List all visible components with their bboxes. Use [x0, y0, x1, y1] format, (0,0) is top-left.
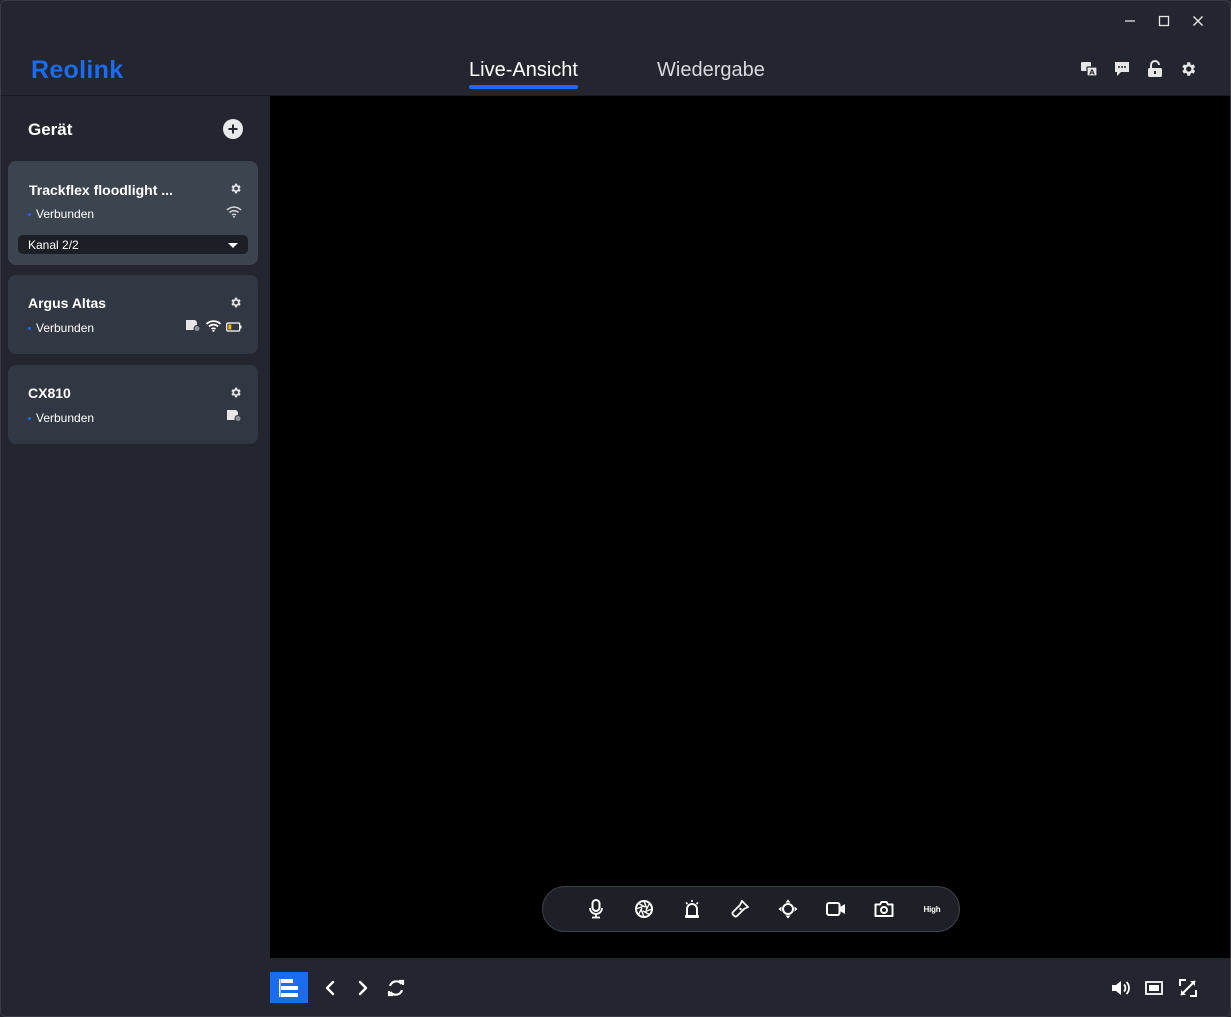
- device-settings-icon[interactable]: [228, 385, 242, 399]
- refresh-icon[interactable]: [386, 978, 406, 998]
- siren-icon[interactable]: [668, 897, 716, 921]
- storage-icon: [226, 409, 242, 427]
- ptz-icon[interactable]: [764, 897, 812, 921]
- flashlight-icon[interactable]: [716, 897, 764, 921]
- wifi-icon: [205, 319, 222, 337]
- app-window: Reolink Live-Ansicht Wiedergabe A Gerät …: [0, 0, 1231, 1017]
- settings-icon[interactable]: [1179, 60, 1197, 78]
- live-video-view[interactable]: [270, 96, 1230, 958]
- live-toolbar: High: [542, 886, 960, 932]
- device-status-icons: [226, 409, 242, 427]
- active-tab-indicator: [469, 85, 578, 89]
- status-dot: [28, 212, 31, 216]
- sidebar-title: Gerät: [28, 120, 73, 139]
- minimize-icon[interactable]: [1120, 11, 1140, 31]
- device-status-icons: [226, 205, 242, 223]
- svg-text:A: A: [1089, 69, 1095, 77]
- device-status-label: Verbunden: [36, 207, 95, 221]
- snapshot-icon[interactable]: [860, 897, 908, 921]
- plus-icon: [228, 124, 238, 134]
- channel-select[interactable]: Kanal 2/2: [18, 235, 248, 254]
- stream-quality-label: High: [923, 904, 941, 914]
- device-status-icons: [185, 319, 242, 337]
- record-icon[interactable]: [812, 897, 860, 921]
- unlock-icon[interactable]: [1146, 60, 1164, 78]
- language-icon[interactable]: A: [1080, 60, 1098, 78]
- device-card-cx810[interactable]: CX810 Verbunden: [8, 365, 258, 444]
- tab-live-view[interactable]: Live-Ansicht: [469, 59, 578, 89]
- stream-quality-button[interactable]: High: [908, 897, 956, 921]
- device-name: Argus Altas: [28, 295, 107, 311]
- volume-icon[interactable]: [1111, 978, 1131, 998]
- microphone-icon[interactable]: [572, 897, 620, 921]
- battery-icon: [226, 319, 242, 337]
- chevron-down-icon: [228, 238, 238, 252]
- main-nav: Live-Ansicht Wiedergabe: [1, 59, 1230, 91]
- channel-select-value: Kanal 2/2: [28, 237, 79, 252]
- device-name: Trackflex floodlight ...: [29, 182, 173, 198]
- status-dot: [28, 416, 31, 420]
- bottom-bar: [270, 958, 1230, 1016]
- device-card-argus-altas[interactable]: Argus Altas Verbunden: [8, 275, 258, 354]
- message-icon[interactable]: [1113, 60, 1131, 78]
- device-status-label: Verbunden: [36, 411, 95, 425]
- previous-icon[interactable]: [320, 978, 340, 998]
- maximize-icon[interactable]: [1154, 11, 1174, 31]
- device-status: Verbunden: [28, 411, 94, 425]
- fullscreen-icon[interactable]: [1178, 978, 1198, 998]
- device-status: Verbunden: [28, 207, 94, 221]
- device-sidebar: Gerät Trackflex floodlight ... Verbunden…: [1, 96, 270, 1016]
- device-card-trackflex[interactable]: Trackflex floodlight ... Verbunden Kanal…: [8, 161, 258, 265]
- add-device-button[interactable]: [223, 119, 243, 139]
- close-icon[interactable]: [1188, 11, 1208, 31]
- device-status-label: Verbunden: [36, 321, 95, 335]
- aspect-ratio-icon[interactable]: [1144, 978, 1164, 998]
- wifi-icon: [226, 205, 242, 223]
- tab-live-view-label: Live-Ansicht: [469, 59, 578, 81]
- status-dot: [28, 326, 31, 330]
- device-name: CX810: [28, 385, 71, 401]
- device-status: Verbunden: [28, 321, 94, 335]
- device-settings-icon[interactable]: [228, 295, 242, 309]
- window-controls: [1120, 11, 1208, 31]
- header-icons: A: [1080, 60, 1197, 78]
- tab-playback[interactable]: Wiedergabe: [657, 59, 765, 82]
- next-icon[interactable]: [353, 978, 373, 998]
- tab-playback-label: Wiedergabe: [657, 59, 765, 81]
- layout-icon[interactable]: [270, 972, 308, 1003]
- storage-icon: [185, 319, 201, 337]
- aperture-icon[interactable]: [620, 897, 668, 921]
- device-settings-icon[interactable]: [228, 181, 242, 195]
